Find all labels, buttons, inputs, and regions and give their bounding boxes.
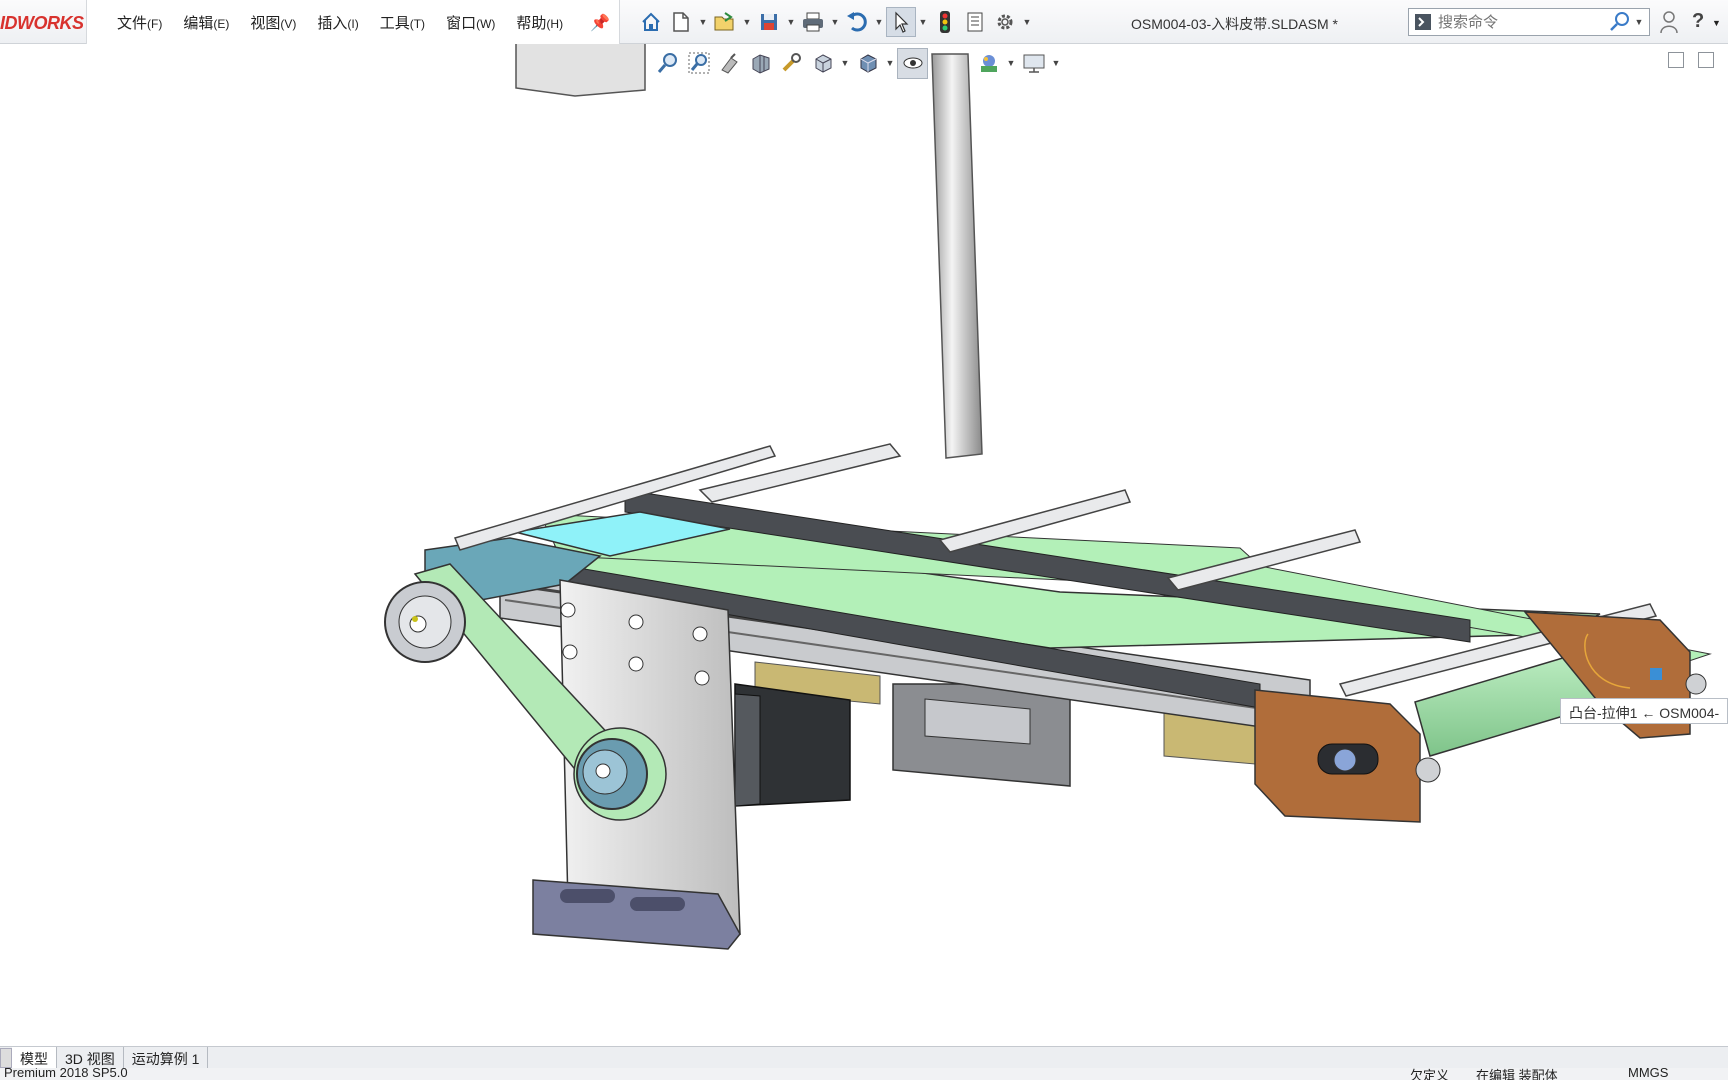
rebuild-icon[interactable]	[930, 7, 960, 37]
menu-edit[interactable]: 编辑(E)	[183, 12, 229, 33]
menu-bar: 文件(F) 编辑(E) 视图(V) 插入(I) 工具(T) 窗口(W) 帮助(H…	[86, 0, 620, 44]
roller-axle-front	[1333, 748, 1357, 772]
status-editing: 在编辑 装配体	[1476, 1068, 1558, 1080]
menu-tools[interactable]: 工具(T)	[380, 12, 425, 33]
save-icon[interactable]	[754, 7, 784, 37]
tab-scroll-left-icon[interactable]	[0, 1048, 12, 1068]
open-dropdown-icon[interactable]: ▼	[740, 17, 754, 27]
selection-handle-icon[interactable]	[1650, 668, 1662, 680]
plate-hole-5	[628, 656, 644, 672]
menu-window[interactable]: 窗口(W)	[446, 12, 495, 33]
graphics-area[interactable]: 凸台-拉伸1 ← OSM004-	[0, 41, 1728, 1050]
upper-pulley-key	[412, 616, 418, 622]
search-dropdown-icon[interactable]: ▼	[1632, 17, 1646, 27]
menu-help[interactable]: 帮助(H)	[516, 12, 563, 33]
select-icon[interactable]	[886, 7, 916, 37]
new-document-icon[interactable]	[666, 7, 696, 37]
options-dropdown-icon[interactable]: ▼	[1020, 17, 1034, 27]
user-icon[interactable]	[1660, 10, 1678, 39]
support-column[interactable]	[931, 53, 983, 459]
home-icon[interactable]	[636, 7, 666, 37]
plate-hole-1	[560, 602, 576, 618]
file-properties-icon[interactable]	[960, 7, 990, 37]
crossbar-1[interactable]	[698, 443, 902, 503]
save-dropdown-icon[interactable]: ▼	[784, 17, 798, 27]
tab-3d-views[interactable]: 3D 视图	[57, 1047, 124, 1068]
menu-file[interactable]: 文件(F)	[117, 12, 162, 33]
search-icon[interactable]	[1608, 10, 1632, 34]
bolt-rear[interactable]	[1685, 673, 1707, 695]
motor-fins	[734, 693, 761, 807]
bottom-tab-bar: 模型 3D 视图 运动算例 1	[0, 1046, 1728, 1068]
help-dropdown-icon[interactable]: ▼	[1712, 18, 1721, 28]
plate-hole-6	[694, 670, 710, 686]
tab-motion-study[interactable]: 运动算例 1	[124, 1047, 209, 1068]
menu-view[interactable]: 视图(V)	[250, 12, 296, 33]
plate-hole-3	[692, 626, 708, 642]
open-icon[interactable]	[710, 7, 740, 37]
assembly-model[interactable]	[0, 41, 1728, 1050]
foot-slot-2	[630, 897, 685, 911]
status-bar: Premium 2018 SP5.0 欠定义 在编辑 装配体 MMGS	[0, 1068, 1728, 1080]
top-block[interactable]	[515, 41, 646, 97]
solidworks-window: IDWORKS 文件(F) 编辑(E) 视图(V) 插入(I) 工具(T) 窗口…	[0, 0, 1728, 1080]
tab-model[interactable]: 模型	[12, 1047, 57, 1068]
undo-icon[interactable]	[842, 7, 872, 37]
status-version: Premium 2018 SP5.0	[4, 1068, 128, 1080]
search-input[interactable]	[1438, 13, 1608, 31]
plate-hole-4	[562, 644, 578, 660]
pin-menu-icon[interactable]: 📌	[590, 13, 610, 33]
new-dropdown-icon[interactable]: ▼	[696, 17, 710, 27]
title-bar: IDWORKS 文件(F) 编辑(E) 视图(V) 插入(I) 工具(T) 窗口…	[0, 0, 1728, 44]
selection-tooltip: 凸台-拉伸1 ← OSM004-	[1560, 698, 1728, 724]
print-dropdown-icon[interactable]: ▼	[828, 17, 842, 27]
options-icon[interactable]	[990, 7, 1020, 37]
document-title: OSM004-03-入料皮带.SLDASM *	[1131, 16, 1338, 32]
undo-dropdown-icon[interactable]: ▼	[872, 17, 886, 27]
quick-access-toolbar: ▼ ▼ ▼ ▼ ▼ ▼ ▼	[636, 4, 1034, 40]
command-search[interactable]: ▼	[1408, 8, 1650, 36]
status-units[interactable]: MMGS	[1628, 1068, 1668, 1080]
app-logo[interactable]: IDWORKS	[0, 13, 84, 34]
menu-insert[interactable]: 插入(I)	[317, 12, 358, 33]
select-dropdown-icon[interactable]: ▼	[916, 17, 930, 27]
bolt-front[interactable]	[1415, 757, 1441, 783]
command-prompt-icon	[1415, 14, 1431, 30]
lower-pulley-bore	[595, 763, 611, 779]
help-icon[interactable]: ?	[1692, 10, 1704, 33]
foot-slot-1	[560, 889, 615, 903]
plate-hole-2	[628, 614, 644, 630]
status-definition: 欠定义	[1410, 1068, 1450, 1080]
print-icon[interactable]	[798, 7, 828, 37]
